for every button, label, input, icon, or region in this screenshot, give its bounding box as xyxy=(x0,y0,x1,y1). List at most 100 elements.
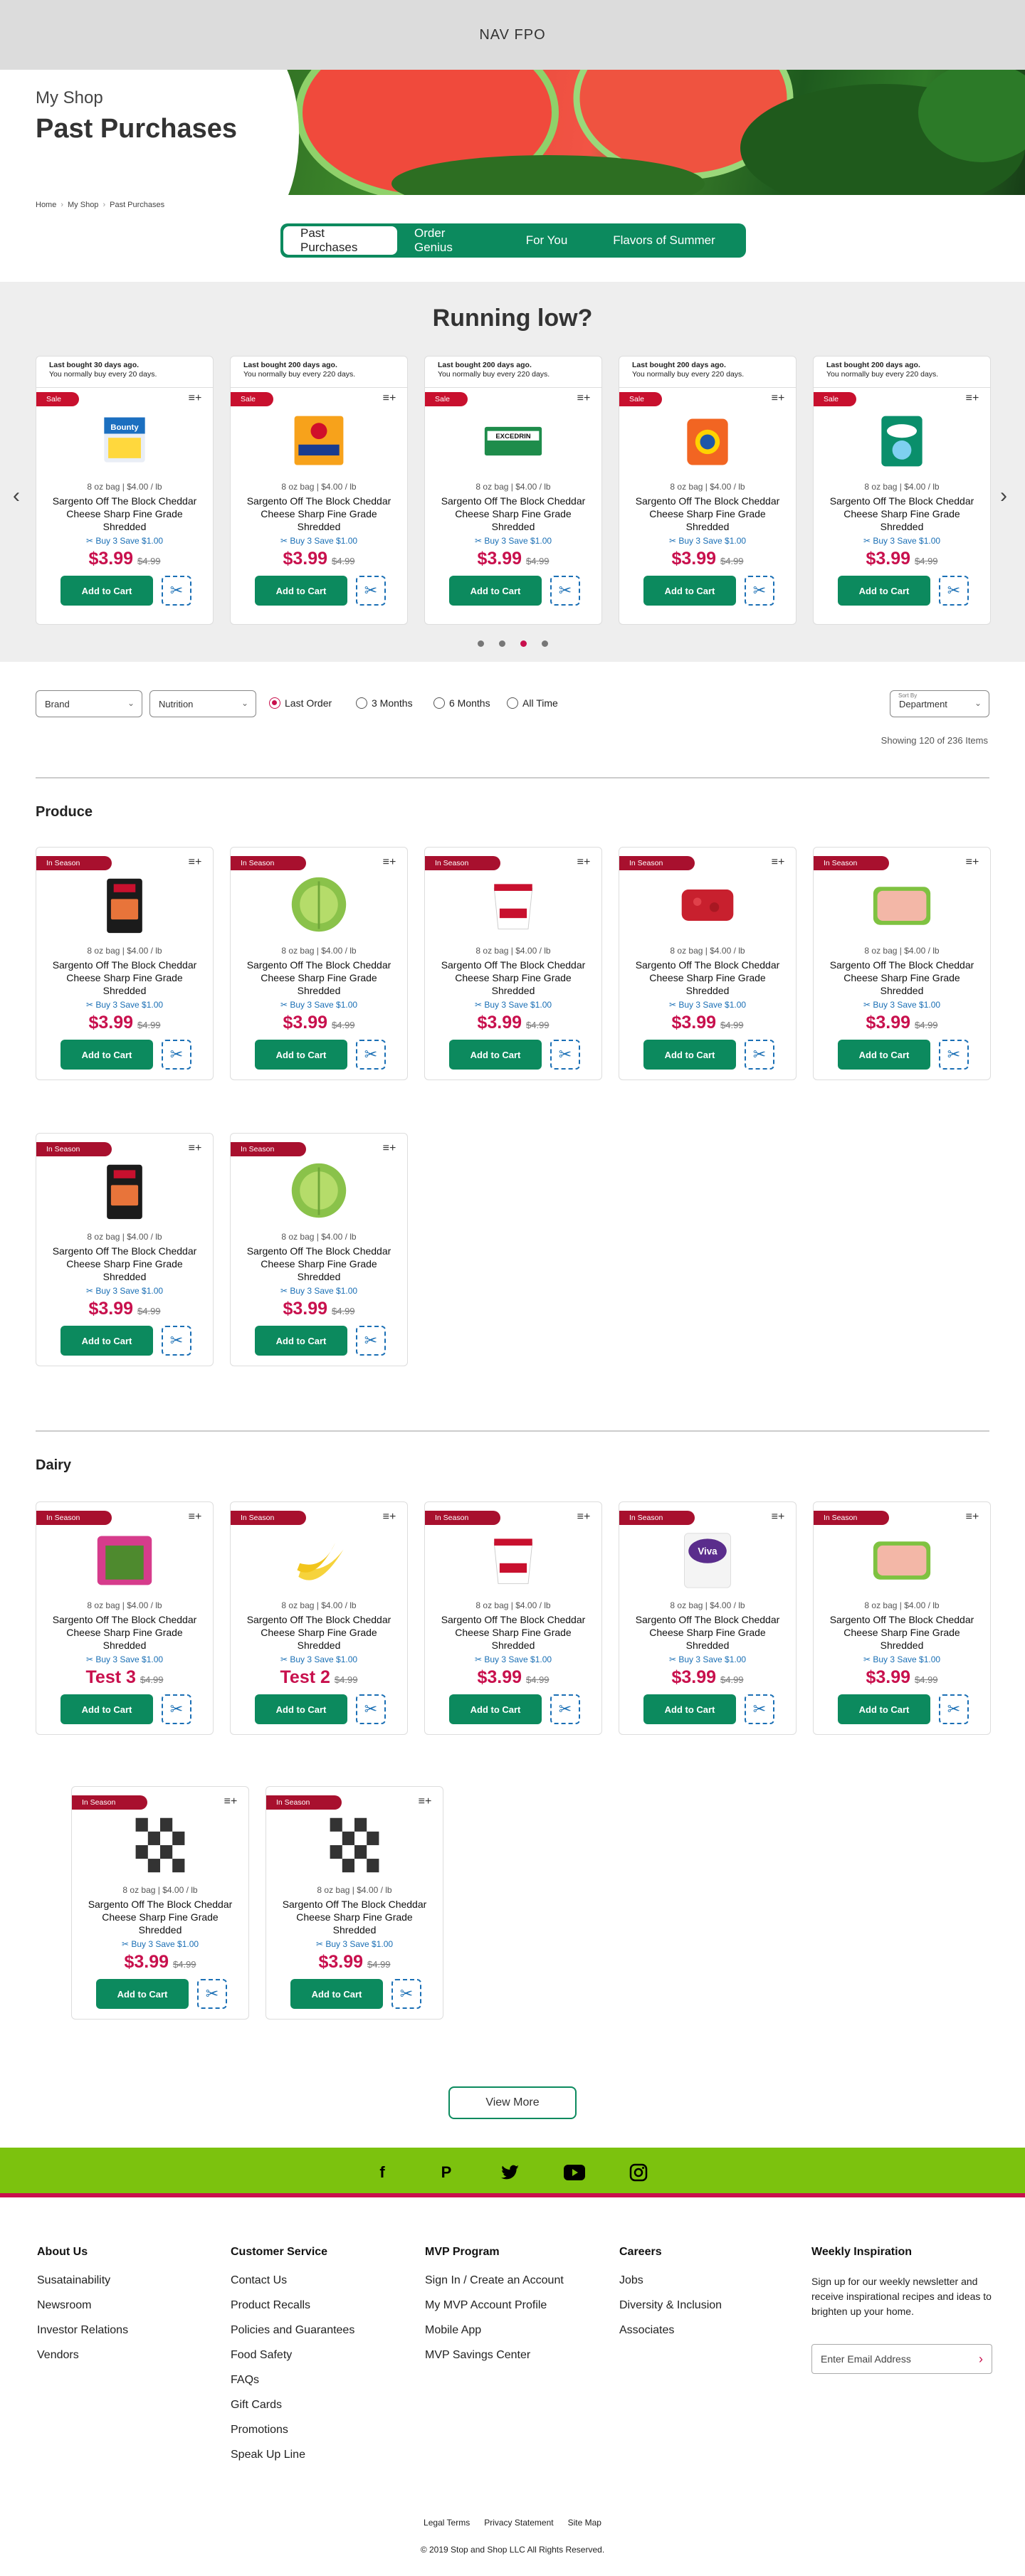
radio-6-months[interactable]: 6 Months xyxy=(433,697,490,709)
product-name[interactable]: Sargento Off The Block Cheddar Cheese Sh… xyxy=(36,1613,213,1652)
add-to-list-icon[interactable]: ≡+ xyxy=(223,1796,238,1807)
footer-link[interactable]: FAQs xyxy=(231,2374,354,2399)
product-card[interactable]: Last bought 200 days ago. You normally bu… xyxy=(424,356,602,625)
nutrition-filter[interactable]: Nutrition ⌄ xyxy=(149,690,256,717)
product-card[interactable]: In Season ≡+ 8 oz bag | $4.00 / lb Sargento… xyxy=(424,847,602,1080)
product-deal[interactable]: ✂ Buy 3 Save $1.00 xyxy=(619,1000,796,1010)
add-to-list-icon[interactable]: ≡+ xyxy=(382,857,397,868)
add-to-cart-button[interactable]: Add to Cart xyxy=(449,576,542,606)
radio-last-order[interactable]: Last Order xyxy=(269,697,332,709)
product-name[interactable]: Sargento Off The Block Cheddar Cheese Sh… xyxy=(425,495,601,533)
add-to-cart-button[interactable]: Add to Cart xyxy=(290,1979,383,2009)
product-card[interactable]: In Season ≡+ 8 oz bag | $4.00 / lb Sargento… xyxy=(813,847,991,1080)
product-name[interactable]: Sargento Off The Block Cheddar Cheese Sh… xyxy=(36,959,213,997)
product-name[interactable]: Sargento Off The Block Cheddar Cheese Sh… xyxy=(231,495,407,533)
carousel-next-icon[interactable]: › xyxy=(1000,484,1007,508)
clip-coupon-button[interactable]: ✂ xyxy=(356,576,386,606)
add-to-list-icon[interactable]: ≡+ xyxy=(382,393,397,404)
clip-coupon-button[interactable]: ✂ xyxy=(162,1694,191,1724)
product-deal[interactable]: ✂ Buy 3 Save $1.00 xyxy=(425,1000,601,1010)
carousel-dot[interactable] xyxy=(542,640,548,647)
footer-link[interactable]: My MVP Account Profile xyxy=(425,2299,564,2324)
footer-link[interactable]: Vendors xyxy=(37,2349,128,2374)
legal-link[interactable]: Legal Terms xyxy=(424,2518,470,2528)
product-name[interactable]: Sargento Off The Block Cheddar Cheese Sh… xyxy=(231,1613,407,1652)
twitter-icon[interactable] xyxy=(500,2162,521,2183)
product-card[interactable]: In Season ≡+ 8 oz bag | $4.00 / lb Sargento… xyxy=(424,1501,602,1735)
footer-link[interactable]: Food Safety xyxy=(231,2349,354,2374)
facebook-icon[interactable]: f xyxy=(372,2162,393,2183)
product-deal[interactable]: ✂ Buy 3 Save $1.00 xyxy=(425,1654,601,1664)
add-to-cart-button[interactable]: Add to Cart xyxy=(643,576,736,606)
add-to-list-icon[interactable]: ≡+ xyxy=(187,1511,203,1523)
footer-link[interactable]: Associates xyxy=(619,2324,722,2349)
add-to-list-icon[interactable]: ≡+ xyxy=(964,1511,980,1523)
clip-coupon-button[interactable]: ✂ xyxy=(197,1979,227,2009)
brand-filter[interactable]: Brand ⌄ xyxy=(36,690,142,717)
add-to-cart-button[interactable]: Add to Cart xyxy=(255,1694,347,1724)
clip-coupon-button[interactable]: ✂ xyxy=(939,576,969,606)
product-name[interactable]: Sargento Off The Block Cheddar Cheese Sh… xyxy=(814,495,990,533)
view-more-button[interactable]: View More xyxy=(448,2086,577,2119)
add-to-list-icon[interactable]: ≡+ xyxy=(382,1143,397,1154)
footer-link[interactable]: Jobs xyxy=(619,2274,722,2299)
clip-coupon-button[interactable]: ✂ xyxy=(550,1694,580,1724)
product-name[interactable]: Sargento Off The Block Cheddar Cheese Sh… xyxy=(231,959,407,997)
clip-coupon-button[interactable]: ✂ xyxy=(745,576,774,606)
product-name[interactable]: Sargento Off The Block Cheddar Cheese Sh… xyxy=(619,1613,796,1652)
add-to-cart-button[interactable]: Add to Cart xyxy=(255,576,347,606)
product-card[interactable]: In Season ≡+ 8 oz bag | $4.00 / lb Sargento… xyxy=(619,847,797,1080)
breadcrumb-myshop[interactable]: My Shop xyxy=(68,201,98,209)
product-deal[interactable]: ✂ Buy 3 Save $1.00 xyxy=(231,1654,407,1664)
product-card[interactable]: In Season ≡+ 8 oz bag | $4.00 / lb Sargento… xyxy=(36,1501,214,1735)
footer-link[interactable]: Policies and Guarantees xyxy=(231,2324,354,2349)
product-name[interactable]: Sargento Off The Block Cheddar Cheese Sh… xyxy=(814,959,990,997)
product-name[interactable]: Sargento Off The Block Cheddar Cheese Sh… xyxy=(619,495,796,533)
instagram-icon[interactable] xyxy=(628,2162,649,2183)
clip-coupon-button[interactable]: ✂ xyxy=(939,1040,969,1070)
product-deal[interactable]: ✂ Buy 3 Save $1.00 xyxy=(36,536,213,546)
footer-link[interactable]: Product Recalls xyxy=(231,2299,354,2324)
product-deal[interactable]: ✂ Buy 3 Save $1.00 xyxy=(814,536,990,546)
add-to-cart-button[interactable]: Add to Cart xyxy=(255,1326,347,1356)
add-to-cart-button[interactable]: Add to Cart xyxy=(449,1040,542,1070)
clip-coupon-button[interactable]: ✂ xyxy=(162,1326,191,1356)
radio-3-months[interactable]: 3 Months xyxy=(356,697,413,709)
footer-link[interactable]: Mobile App xyxy=(425,2324,564,2349)
clip-coupon-button[interactable]: ✂ xyxy=(745,1694,774,1724)
product-deal[interactable]: ✂ Buy 3 Save $1.00 xyxy=(72,1939,248,1949)
tab-for-you[interactable]: For You xyxy=(504,226,589,255)
legal-link[interactable]: Privacy Statement xyxy=(484,2518,553,2528)
product-name[interactable]: Sargento Off The Block Cheddar Cheese Sh… xyxy=(231,1245,407,1283)
tab-order-genius[interactable]: Order Genius xyxy=(397,226,504,255)
add-to-list-icon[interactable]: ≡+ xyxy=(964,857,980,868)
add-to-cart-button[interactable]: Add to Cart xyxy=(96,1979,189,2009)
product-deal[interactable]: ✂ Buy 3 Save $1.00 xyxy=(36,1654,213,1664)
carousel-prev-icon[interactable]: ‹ xyxy=(13,484,20,508)
clip-coupon-button[interactable]: ✂ xyxy=(745,1040,774,1070)
product-card[interactable]: In Season ≡+ Viva 8 oz bag | $4.00 / lb Sarg… xyxy=(619,1501,797,1735)
footer-link[interactable]: Contact Us xyxy=(231,2274,354,2299)
add-to-list-icon[interactable]: ≡+ xyxy=(187,857,203,868)
product-deal[interactable]: ✂ Buy 3 Save $1.00 xyxy=(36,1286,213,1296)
clip-coupon-button[interactable]: ✂ xyxy=(939,1694,969,1724)
product-name[interactable]: Sargento Off The Block Cheddar Cheese Sh… xyxy=(619,959,796,997)
footer-link[interactable]: Investor Relations xyxy=(37,2324,128,2349)
product-card[interactable]: Last bought 200 days ago. You normally bu… xyxy=(813,356,991,625)
add-to-cart-button[interactable]: Add to Cart xyxy=(838,1040,930,1070)
add-to-list-icon[interactable]: ≡+ xyxy=(382,1511,397,1523)
footer-link[interactable]: Speak Up Line xyxy=(231,2449,354,2474)
add-to-list-icon[interactable]: ≡+ xyxy=(417,1796,433,1807)
footer-link[interactable]: Susatainability xyxy=(37,2274,128,2299)
product-deal[interactable]: ✂ Buy 3 Save $1.00 xyxy=(619,1654,796,1664)
product-deal[interactable]: ✂ Buy 3 Save $1.00 xyxy=(425,536,601,546)
add-to-list-icon[interactable]: ≡+ xyxy=(576,1511,592,1523)
breadcrumb-home[interactable]: Home xyxy=(36,201,56,209)
product-deal[interactable]: ✂ Buy 3 Save $1.00 xyxy=(619,536,796,546)
product-card[interactable]: In Season ≡+ 8 oz bag | $4.00 / lb Sargento… xyxy=(266,1786,443,2020)
footer-link[interactable]: Sign In / Create an Account xyxy=(425,2274,564,2299)
carousel-dot[interactable] xyxy=(499,640,505,647)
product-card[interactable]: In Season ≡+ 8 oz bag | $4.00 / lb Sargento… xyxy=(36,847,214,1080)
youtube-icon[interactable] xyxy=(564,2162,585,2183)
legal-link[interactable]: Site Map xyxy=(568,2518,601,2528)
